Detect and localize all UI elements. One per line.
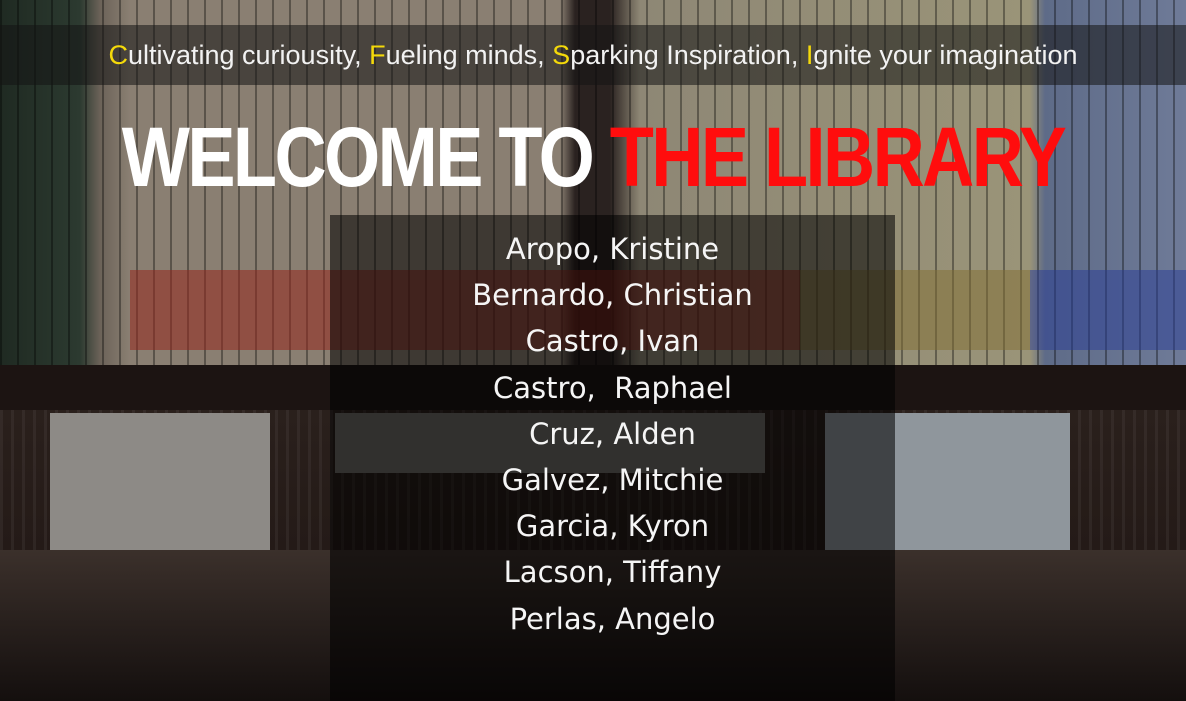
member-name: Lacson, Tiffany xyxy=(503,555,722,590)
tagline-initial: S xyxy=(552,40,571,70)
tagline-text: parking Inspiration, xyxy=(570,40,806,70)
member-name: Galvez, Mitchie xyxy=(501,463,724,498)
title-red: THE LIBRARY xyxy=(609,110,1067,204)
tagline-initial: F xyxy=(369,40,386,70)
member-list: Aropo, Kristine Bernardo, Christian Cast… xyxy=(330,226,895,642)
tagline: Cultivating curiousity, Fueling minds, S… xyxy=(0,25,1186,85)
tagline-initial: C xyxy=(108,40,128,70)
member-name: Bernardo, Christian xyxy=(472,278,753,313)
page-title: WELCOME TO THE LIBRARY xyxy=(0,112,1186,202)
blue-spine-band xyxy=(1030,270,1186,350)
white-box-left xyxy=(50,413,270,553)
member-name: Perlas, Angelo xyxy=(509,601,716,636)
member-name: Castro, Ivan xyxy=(525,324,700,359)
member-name: Cruz, Alden xyxy=(529,416,696,451)
tagline-text: gnite your imagination xyxy=(813,40,1078,70)
member-name: Garcia, Kyron xyxy=(515,509,710,544)
tagline-text: ueling minds, xyxy=(385,40,553,70)
member-name: Castro, Raphael xyxy=(493,370,732,405)
member-name: Aropo, Kristine xyxy=(505,232,720,266)
title-white: WELCOME TO xyxy=(121,110,610,204)
tagline-text: ultivating curiousity, xyxy=(127,40,370,70)
